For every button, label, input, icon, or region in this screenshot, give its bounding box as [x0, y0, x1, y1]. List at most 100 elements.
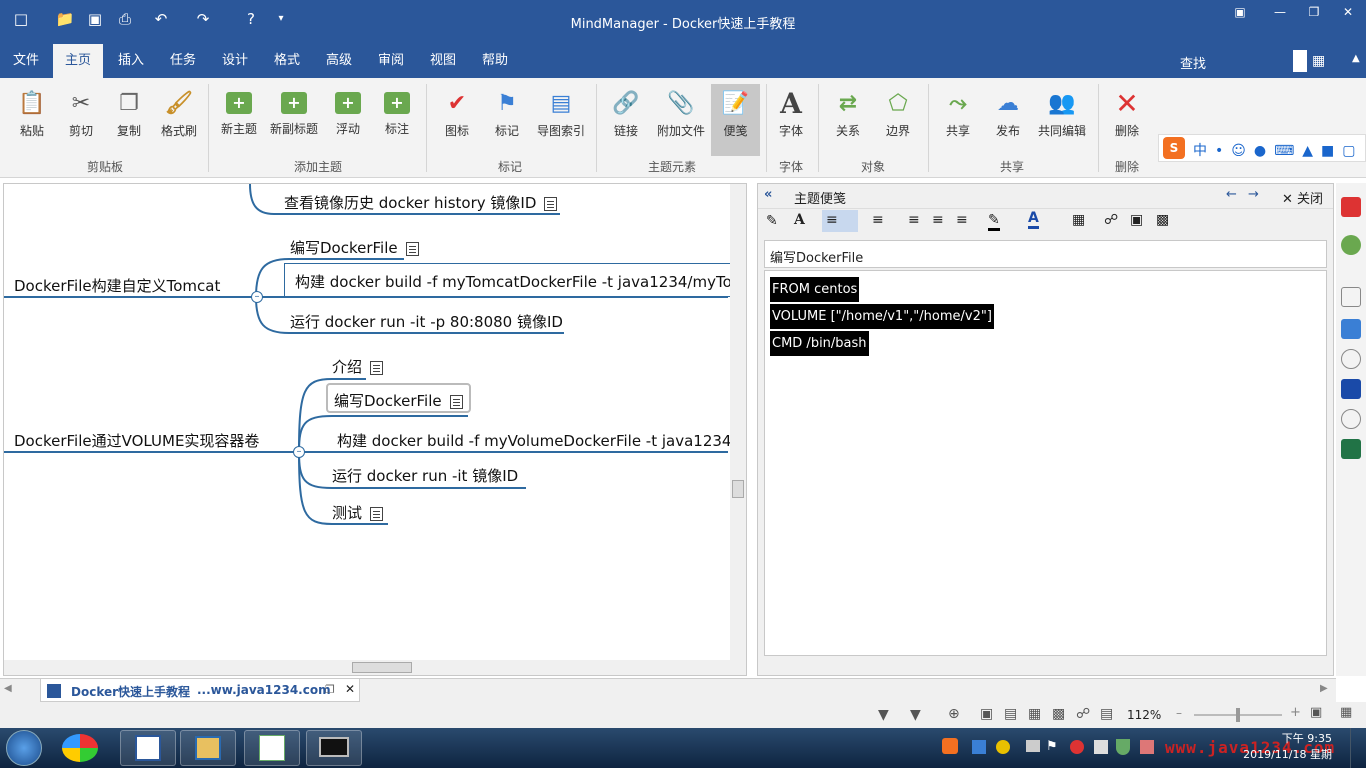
markers-pane-icon[interactable] [1341, 197, 1361, 217]
schedule-view-icon[interactable]: ▦ [1028, 706, 1041, 722]
search-label[interactable]: 查找 [1180, 53, 1206, 72]
tab-insert[interactable]: 插入 [108, 44, 154, 78]
relationship-button[interactable]: ⇄ 关系 [826, 84, 870, 156]
close-button[interactable]: ✕ [1330, 2, 1366, 22]
insert-field-icon[interactable]: ▩ [1156, 212, 1169, 228]
restore-tab-icon[interactable]: ❐ [325, 683, 335, 696]
topic-tomcat-main[interactable]: DockerFile构建自定义Tomcat [14, 275, 220, 296]
explorer-taskbar-button[interactable] [180, 730, 236, 766]
mindmap-canvas[interactable]: 查看镜像历史 docker history 镜像ID DockerFile构建自… [3, 183, 747, 676]
copy-button[interactable]: ❐ 复制 [108, 84, 150, 156]
clear-format-icon[interactable]: ✎ [766, 213, 778, 229]
notes-button[interactable]: 📝 便笺 [711, 84, 760, 156]
close-tab-icon[interactable]: ✕ [345, 682, 355, 696]
document-tab[interactable]: Docker快速上手教程 ...ww.java1234.com ❐ ✕ [40, 679, 360, 702]
tab-design[interactable]: 设计 [212, 44, 258, 78]
tab-help[interactable]: 帮助 [472, 44, 518, 78]
view-mode-icon[interactable]: ▣ [980, 706, 993, 722]
floating-topic-button[interactable]: + 浮动 [328, 84, 368, 156]
search-dropdown[interactable] [1293, 50, 1307, 72]
link-icon[interactable]: ☍ [1104, 212, 1118, 228]
tab-scroll-right-icon[interactable]: ▶ [1320, 683, 1328, 694]
browser-pane-icon[interactable] [1341, 409, 1361, 429]
overview-pane-icon[interactable] [1341, 379, 1361, 399]
topic-history[interactable]: 查看镜像历史 docker history 镜像ID [284, 192, 558, 213]
next-arrow-icon[interactable]: → [1248, 187, 1259, 202]
zoom-slider[interactable] [1194, 708, 1282, 722]
map-parts-icon[interactable] [1341, 319, 1361, 339]
image-icon[interactable]: ▣ [1130, 212, 1143, 228]
link-button[interactable]: 🔗 链接 [604, 84, 648, 156]
fit-map-icon[interactable]: ▣ [1310, 705, 1322, 720]
editor-taskbar-button[interactable] [244, 730, 300, 766]
numbered-list-icon[interactable]: ≡ [872, 212, 884, 228]
collapse-toggle[interactable]: – [293, 446, 305, 458]
font-color-icon[interactable]: A [1028, 210, 1039, 229]
collapse-toggle[interactable]: – [251, 291, 263, 303]
scroll-thumb[interactable] [732, 480, 744, 498]
note-icon[interactable] [370, 506, 384, 521]
zoom-slider-thumb[interactable] [1236, 708, 1240, 722]
ribbon-display-icon[interactable]: ▣ [1222, 2, 1258, 22]
cut-button[interactable]: ✂ 剪切 [60, 84, 102, 156]
focus-icon[interactable]: ⊕ [948, 706, 960, 722]
layout-icon[interactable]: ▦ [1312, 53, 1325, 69]
browser-taskbar-icon[interactable] [62, 734, 98, 762]
vertical-scrollbar[interactable] [730, 184, 746, 660]
icon-marker-button[interactable]: ✔ 图标 [436, 84, 478, 156]
indent-icon[interactable]: ≡ [956, 212, 968, 228]
topic-tomcat-run[interactable]: 运行 docker run -it -p 80:8080 镜像ID [290, 311, 563, 332]
show-desktop-button[interactable] [1350, 728, 1366, 768]
note-icon[interactable] [544, 196, 558, 211]
topic-volume-run[interactable]: 运行 docker run -it 镜像ID [332, 465, 518, 486]
tray-app-icon[interactable] [1140, 740, 1154, 754]
note-icon[interactable] [449, 394, 463, 409]
topic-volume-intro[interactable]: 介绍 [332, 356, 384, 377]
tray-app-icon[interactable] [1026, 740, 1040, 752]
tab-home[interactable]: 主页 [53, 44, 103, 78]
font-icon[interactable]: A [794, 212, 805, 228]
map-index-button[interactable]: ▤ 导图索引 [534, 84, 588, 156]
clock[interactable]: 下午 9:35 2019/11/18 星期一 [1236, 731, 1332, 779]
topic-tomcat-write[interactable]: 编写DockerFile [290, 237, 419, 258]
highlight-icon[interactable]: ✎ [988, 212, 1000, 231]
promo-badge-icon[interactable] [1341, 235, 1361, 255]
tab-format[interactable]: 格式 [264, 44, 310, 78]
tab-review[interactable]: 审阅 [368, 44, 414, 78]
paste-button[interactable]: 📋 粘贴 [10, 84, 54, 156]
bell-icon[interactable]: ⚑ [1046, 739, 1058, 754]
gantt-view-icon[interactable]: ▩ [1052, 706, 1065, 722]
topic-volume-test[interactable]: 测试 [332, 502, 384, 523]
align-left-icon[interactable]: ≡ [822, 210, 858, 232]
table-icon[interactable]: ▦ [1072, 212, 1085, 228]
note-icon[interactable] [405, 241, 419, 256]
tray-app-icon[interactable] [1094, 740, 1108, 754]
start-button[interactable] [6, 730, 42, 766]
publish-button[interactable]: ☁ 发布 [986, 84, 1030, 156]
attachment-button[interactable]: 📎 附加文件 [654, 84, 708, 156]
horizontal-scrollbar[interactable] [4, 660, 746, 675]
excel-pane-icon[interactable] [1341, 439, 1361, 459]
ime-tray-icon[interactable] [942, 738, 958, 754]
zoom-options-icon[interactable]: ▦ [1340, 705, 1352, 720]
topic-volume-write-selected[interactable]: 编写DockerFile [326, 383, 471, 413]
note-editor[interactable]: FROM centos VOLUME ["/home/v1","/home/v2… [764, 270, 1327, 656]
minimize-button[interactable]: — [1262, 2, 1298, 22]
ime-toolbar[interactable]: S 中•☺●⌨▲■▢ [1158, 134, 1366, 162]
callout-button[interactable]: + 标注 [376, 84, 418, 156]
collapse-ribbon-icon[interactable]: ▲ [1352, 53, 1360, 64]
tab-task[interactable]: 任务 [160, 44, 206, 78]
shield-icon[interactable] [1116, 739, 1130, 755]
filter-icon[interactable]: ▼ [878, 707, 889, 723]
zoom-out-icon[interactable]: – [1176, 706, 1182, 720]
close-notes-button[interactable]: ✕ 关闭 [1282, 188, 1323, 207]
zoom-in-icon[interactable]: + [1290, 705, 1301, 720]
outline-view-icon[interactable]: ▤ [1004, 706, 1017, 722]
collapse-panel-icon[interactable]: « [764, 187, 772, 202]
tray-app-icon[interactable] [972, 740, 986, 754]
bullet-list-icon[interactable]: ≡ [908, 212, 920, 228]
boundary-button[interactable]: ⬠ 边界 [876, 84, 920, 156]
tab-scroll-left-icon[interactable]: ◀ [4, 683, 12, 694]
format-painter-button[interactable]: 🖌 格式刷 [156, 84, 202, 156]
system-tray-icons[interactable]: ⚑ [930, 728, 1170, 768]
